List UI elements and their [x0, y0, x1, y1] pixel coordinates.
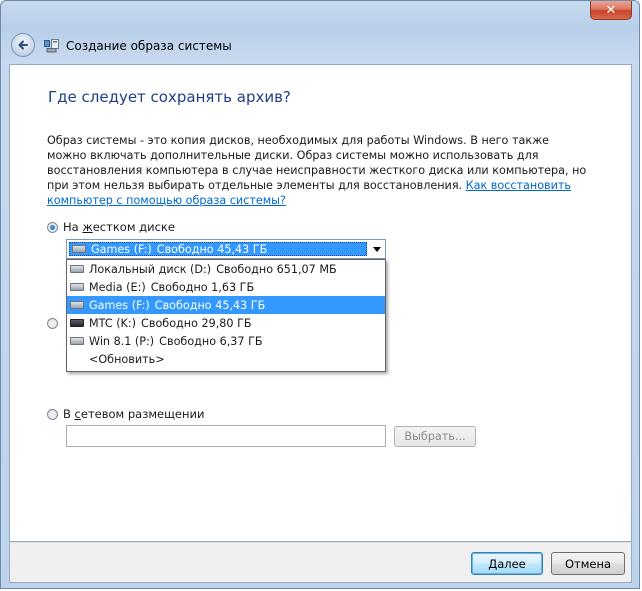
hdd-drive-icon [70, 265, 84, 273]
navigation-bar: Создание образа системы [1, 27, 639, 64]
close-button[interactable]: ✕ [590, 1, 632, 20]
network-radio[interactable] [47, 408, 58, 420]
drive-name: Локальный диск (D:) [89, 262, 212, 276]
network-path-input[interactable] [66, 425, 386, 447]
refresh-label: <Обновить> [89, 352, 165, 366]
next-button[interactable]: Далее [471, 552, 543, 575]
hdd-drive-icon [72, 245, 86, 253]
hard-disk-radio[interactable] [47, 221, 58, 233]
drive-free: Свободно 29,80 ГБ [141, 316, 252, 330]
drive-free: Свободно 1,63 ГБ [150, 280, 255, 294]
browse-button[interactable]: Выбрать... [394, 426, 476, 447]
drive-free: Свободно 45,43 ГБ [154, 298, 266, 312]
drive-name: Games (F:) [89, 298, 150, 312]
drive-option-e[interactable]: Media (E:) Свободно 1,63 ГБ [67, 278, 385, 296]
option-network[interactable]: В сетевом размещении [47, 407, 204, 421]
title-bar: ✕ [1, 1, 639, 27]
drive-free: Свободно 6,37 ГБ [159, 334, 263, 348]
drive-dropdown-list: Локальный диск (D:) Свободно 651,07 МБ M… [66, 259, 386, 372]
back-arrow-icon [18, 40, 28, 50]
hdd-drive-icon [70, 337, 84, 345]
page-heading: Где следует сохранять архив? [48, 88, 291, 106]
drive-option-k[interactable]: MTC (K:) Свободно 29,80 ГБ [67, 314, 385, 332]
dropdown-arrow-icon[interactable] [373, 247, 381, 252]
cancel-button[interactable]: Отмена [551, 552, 625, 575]
drive-name: Win 8.1 (P:) [89, 334, 155, 348]
drive-name: MTC (K:) [89, 316, 137, 330]
hdd-drive-icon [70, 283, 84, 291]
combo-drive-name: Games (F:) [91, 242, 152, 256]
usb-drive-icon [70, 319, 84, 327]
refresh-option[interactable]: <Обновить> [67, 350, 385, 368]
network-label: В сетевом размещении [63, 407, 205, 421]
description-text: Образ системы - это копия дисков, необхо… [47, 133, 592, 208]
drive-name: Media (E:) [89, 280, 146, 294]
hdd-drive-icon [70, 301, 84, 309]
content-area: Где следует сохранять архив? Образ систе… [9, 64, 632, 542]
option-hard-disk[interactable]: На жестком диске [47, 220, 175, 234]
combo-drive-free: Свободно 45,43 ГБ [156, 242, 268, 256]
combo-selected-value: Games (F:) Свободно 45,43 ГБ [69, 242, 367, 256]
window-title: Создание образа системы [66, 39, 232, 53]
backup-app-icon [44, 39, 59, 53]
drive-option-d[interactable]: Локальный диск (D:) Свободно 651,07 МБ [67, 260, 385, 278]
hard-disk-label: На жестком диске [63, 220, 175, 234]
back-button[interactable] [11, 33, 35, 57]
close-icon: ✕ [605, 2, 617, 18]
drive-combobox[interactable]: Games (F:) Свободно 45,43 ГБ [66, 239, 386, 259]
dvd-radio[interactable] [47, 318, 58, 329]
drive-free: Свободно 651,07 МБ [216, 262, 337, 276]
drive-option-p[interactable]: Win 8.1 (P:) Свободно 6,37 ГБ [67, 332, 385, 350]
footer-bar: Далее Отмена [9, 542, 632, 583]
wizard-window: ✕ Создание образа системы Где следует со… [0, 0, 640, 589]
drive-option-f[interactable]: Games (F:) Свободно 45,43 ГБ [67, 296, 385, 314]
